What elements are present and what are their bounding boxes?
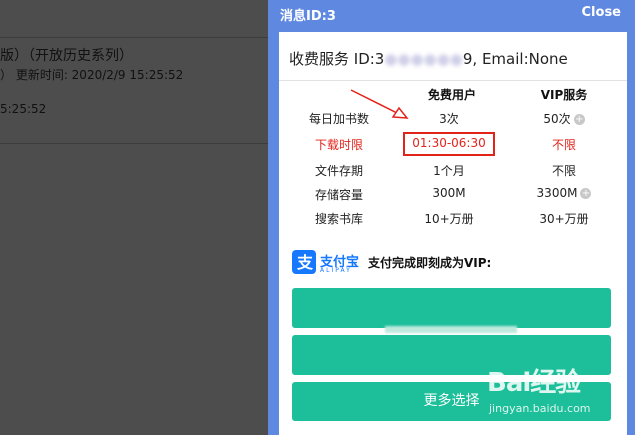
pay-message: 支付完成即刻成为VIP: <box>368 256 492 270</box>
redaction <box>385 326 517 333</box>
divider <box>0 37 268 38</box>
table-row: 文件存期 1个月 不限 <box>279 162 627 182</box>
plus-icon[interactable]: + <box>580 188 592 199</box>
row-label: 搜索书库 <box>314 212 363 226</box>
vip-value: 3300M + <box>536 186 592 200</box>
dialog-title: 消息ID:3 <box>280 9 336 24</box>
free-value: 1个月 <box>433 164 465 178</box>
watermark-url: jingyan.baidu.com <box>489 402 591 415</box>
book-title: 版）（开放历史系列） <box>0 48 133 64</box>
close-button[interactable]: Close <box>582 5 621 20</box>
table-row: 搜索书库 10+万册 30+万册 <box>279 210 627 230</box>
background-page: 版）（开放历史系列） ） 更新时间: 2020/2/9 15:25:52 5:2… <box>0 0 268 435</box>
alipay-icon: 支 <box>292 250 316 274</box>
svg-text:支: 支 <box>296 253 314 272</box>
vip-value: 30+万册 <box>539 212 589 226</box>
annotation-arrow-icon <box>350 89 409 119</box>
row-label: 存储容量 <box>314 188 363 202</box>
watermark-brand: Bai经验 <box>487 368 581 398</box>
row-label: 文件存期 <box>314 164 363 178</box>
free-value: 10+万册 <box>424 212 474 226</box>
watermark: Bai经验 jingyan.baidu.com <box>487 362 627 422</box>
table-row: 存储容量 300M 3300M + <box>279 186 627 206</box>
vip-value: 不限 <box>551 164 576 178</box>
free-value: 300M <box>432 186 466 200</box>
time-text: 5:25:52 <box>0 102 47 116</box>
divider <box>0 143 268 144</box>
vip-option-button[interactable] <box>292 288 611 328</box>
update-time: ） 更新时间: 2020/2/9 15:25:52 <box>0 68 184 82</box>
dialog-titlebar: 消息ID:3 Close <box>268 0 635 26</box>
